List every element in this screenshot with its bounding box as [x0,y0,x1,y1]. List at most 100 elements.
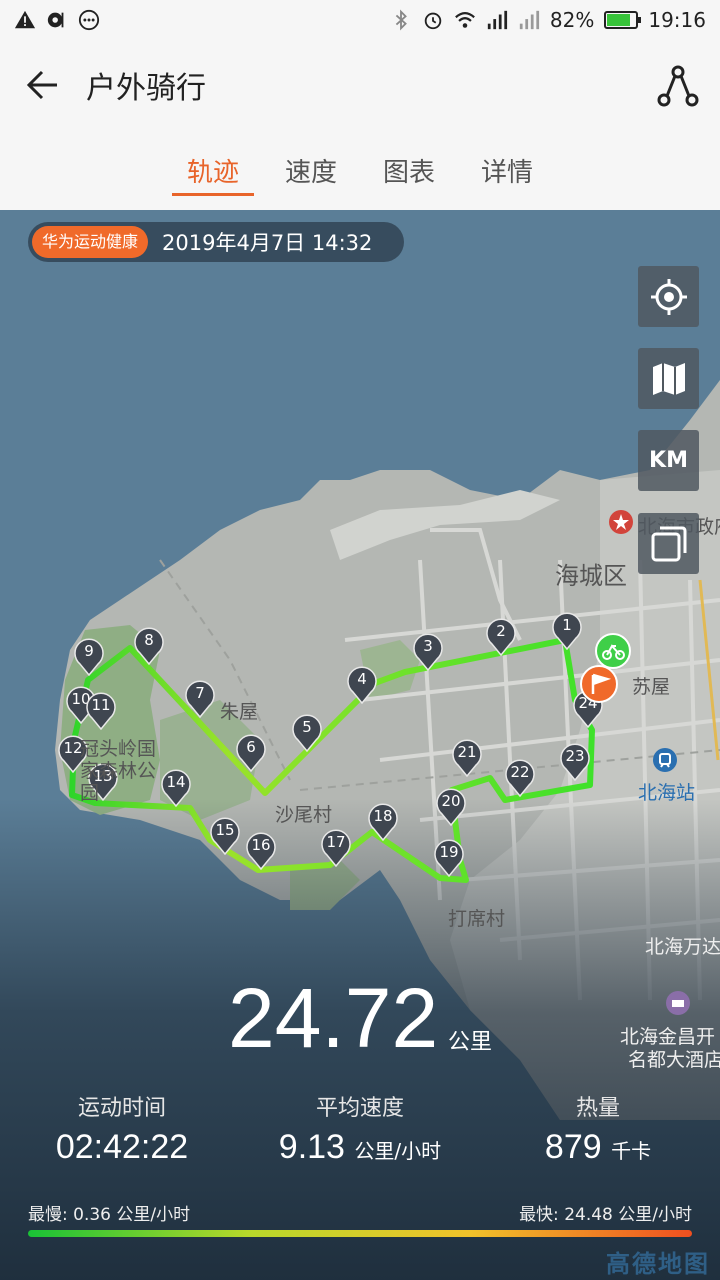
map-type-button[interactable] [638,348,699,409]
slowest-speed: 最慢: 0.36 公里/小时 [28,1205,191,1225]
km-marker-5[interactable]: 5 [292,714,322,753]
km-marker-18[interactable]: 18 [368,803,398,842]
stat-duration: 运动时间 02:42:22 [2,1090,242,1167]
finish-flag-icon [580,665,618,703]
map-provider-logo: 高德地图 [606,1250,710,1278]
km-marker-label: 21 [457,743,477,761]
label-shaweicun: 沙尾村 [275,804,333,826]
workout-date-pill: 华为运动健康 2019年4月7日 14:32 [28,222,404,262]
km-marker-label: 17 [326,833,346,851]
arrow-left-icon [26,70,57,100]
music-icon [47,12,64,28]
km-marker-1[interactable]: 1 [552,612,582,651]
km-marker-label: 15 [215,821,235,839]
tab-speed[interactable]: 速度 [262,130,360,210]
km-marker-6[interactable]: 6 [236,734,266,773]
km-marker-label: 16 [251,836,271,854]
km-marker-3[interactable]: 3 [413,633,443,672]
tab-track[interactable]: 轨迹 [164,130,262,210]
avg-speed-unit: 公里/小时 [354,1139,442,1163]
km-marker-7[interactable]: 7 [185,680,215,719]
label-beihai-station: 北海站 [638,782,696,804]
km-marker-label: 23 [565,747,585,765]
km-marker-label: 11 [91,696,111,714]
km-marker-label: 3 [423,637,433,655]
km-marker-23[interactable]: 23 [560,743,590,782]
distance-unit: 公里 [448,1030,493,1055]
stat-avg-speed: 平均速度 9.13 公里/小时 [240,1090,480,1167]
km-marker-label: 4 [357,670,367,688]
total-distance: 24.72 [228,971,439,1065]
avg-speed-value: 9.13 [278,1128,345,1166]
avg-speed-label: 平均速度 [315,1096,404,1121]
brand-badge: 华为运动健康 [32,226,149,258]
battery-percent: 82% [549,8,595,32]
signal-2-icon [519,10,539,30]
km-marker-8[interactable]: 8 [134,627,164,666]
km-marker-17[interactable]: 17 [321,829,351,868]
workout-datetime: 2019年4月7日 14:32 [162,231,373,255]
speed-gradient-bar [28,1230,692,1237]
duration-value: 02:42:22 [55,1128,189,1166]
calories-unit: 千卡 [611,1139,652,1163]
speed-range: 最慢: 0.36 公里/小时 最快: 24.48 公里/小时 [28,1200,692,1225]
status-bar: 82% 19:16 [0,0,720,40]
fastest-speed: 最快: 24.48 公里/小时 [519,1205,692,1225]
km-marker-label: 8 [144,631,154,649]
label-hotel-2: 名都大酒店 [628,1049,720,1071]
label-haicheng: 海城区 [555,562,627,590]
wifi-icon [455,12,475,28]
label-daxicun: 打席村 [448,908,506,930]
km-marker-19[interactable]: 19 [434,839,464,878]
route-icon[interactable] [656,64,700,108]
crosshair-icon [650,278,687,315]
km-marker-2[interactable]: 2 [486,618,516,657]
tab-chart[interactable]: 图表 [360,130,458,210]
warning-icon [14,10,36,29]
calories-value: 879 [544,1128,602,1166]
km-marker-label: 2 [496,622,506,640]
stat-calories: 热量 879 千卡 [478,1090,718,1167]
clock: 19:16 [648,8,706,32]
more-icon [78,9,100,31]
km-marker-label: 9 [84,642,94,660]
km-marker-11[interactable]: 11 [86,692,116,731]
bluetooth-icon [395,9,407,31]
duration-label: 运动时间 [77,1096,166,1121]
km-marker-15[interactable]: 15 [210,817,240,856]
km-marker-label: 1 [562,616,572,634]
hotel-icon [666,991,690,1015]
km-marker-22[interactable]: 22 [505,759,535,798]
km-marker-label: 20 [441,792,461,810]
km-marker-label: 18 [373,807,393,825]
tab-bar: 轨迹 速度 图表 详情 [0,130,720,210]
km-marker-21[interactable]: 21 [452,739,482,778]
km-marker-20[interactable]: 20 [436,788,466,827]
km-marker-label: 19 [439,843,459,861]
km-marker-toggle[interactable]: KM [638,430,699,491]
label-wanda: 北海万达 [645,936,720,958]
km-marker-16[interactable]: 16 [246,832,276,871]
tab-details[interactable]: 详情 [458,130,556,210]
government-icon [609,510,633,534]
km-marker-label: 6 [246,738,256,756]
km-marker-label: 7 [195,684,205,702]
layers-button[interactable] [638,513,699,574]
label-zhuwu: 朱屋 [220,701,259,723]
label-park: 冠头岭国家森林公园 [80,738,157,804]
page-title: 户外骑行 [86,71,206,106]
station-icon [653,748,677,772]
alarm-icon [424,12,442,30]
km-marker-4[interactable]: 4 [347,666,377,705]
calories-label: 热量 [575,1096,620,1121]
back-button[interactable] [0,40,86,130]
start-bike-icon [595,633,631,669]
signal-icon [487,10,507,30]
layers-icon [651,526,686,561]
app-header: 户外骑行 [0,40,720,130]
locate-button[interactable] [638,266,699,327]
map-icon [652,362,685,395]
km-marker-label: 5 [302,718,312,736]
km-marker-9[interactable]: 9 [74,638,104,677]
battery-icon [604,11,642,29]
